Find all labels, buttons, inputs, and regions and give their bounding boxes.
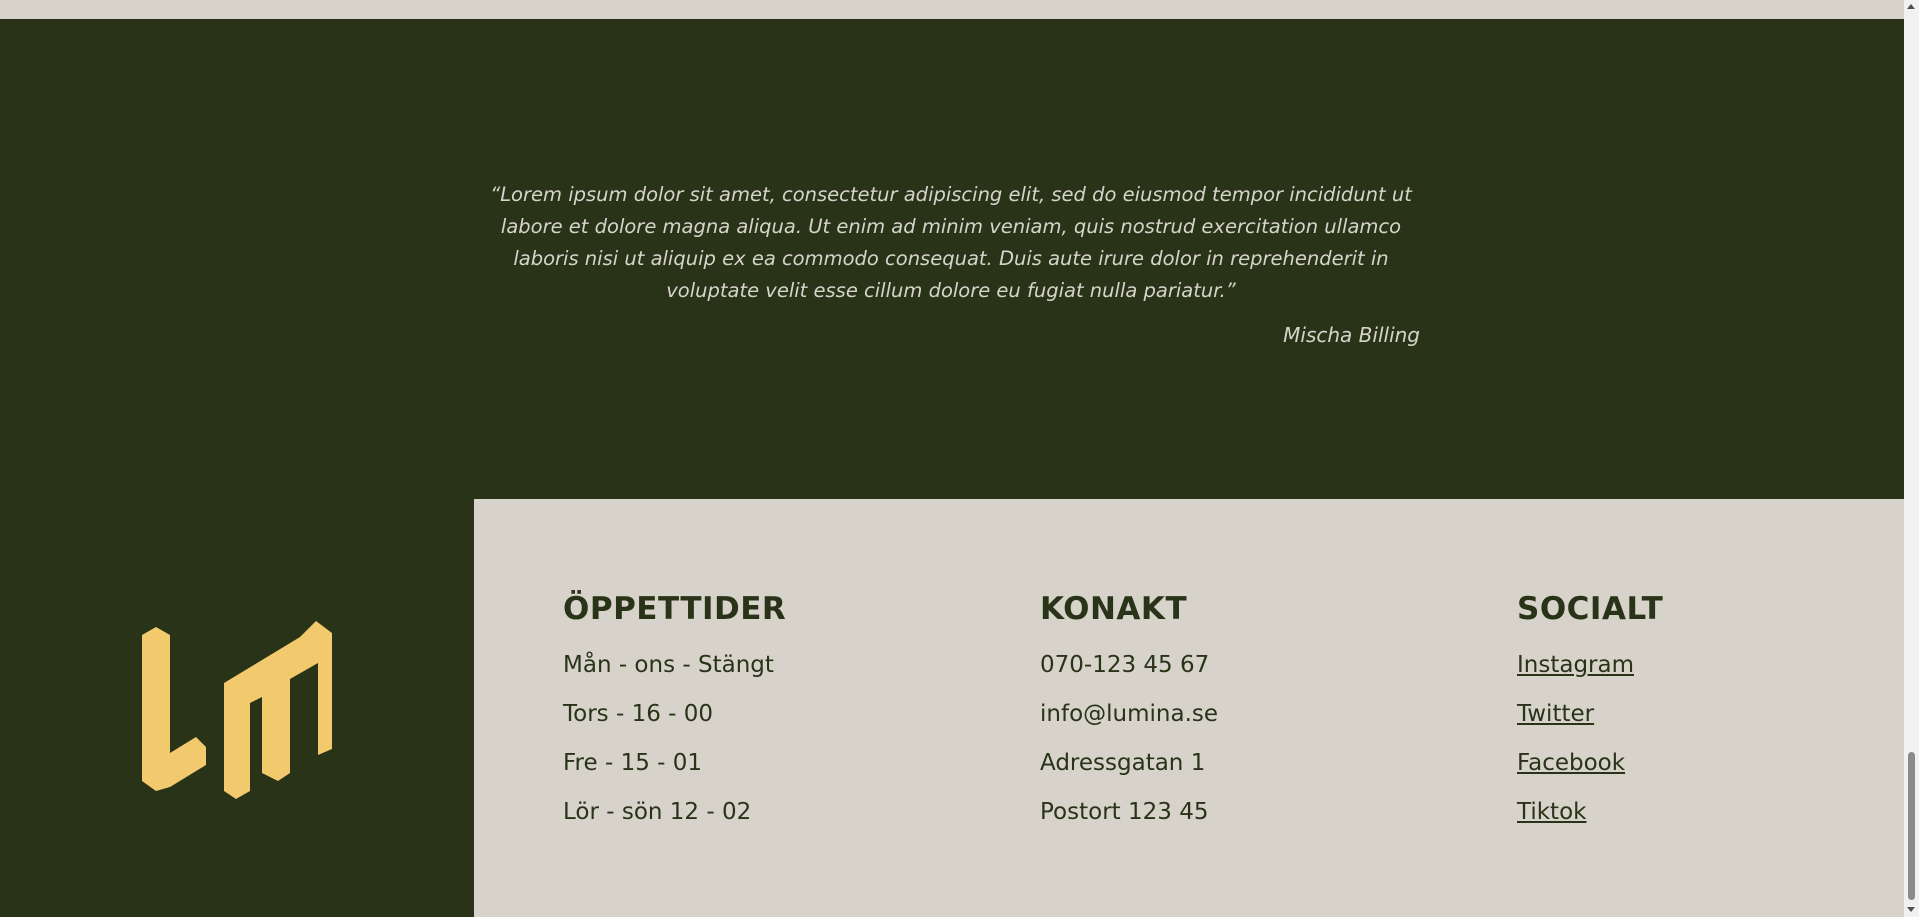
contact-column: KONAKT 070-123 45 67 info@lumina.se Adre…: [1040, 589, 1460, 837]
opening-hours-column: ÖPPETTIDER Mån - ons - Stängt Tors - 16 …: [563, 589, 983, 837]
facebook-link[interactable]: Facebook: [1517, 750, 1625, 776]
hours-item: Mån - ons - Stängt: [563, 652, 774, 678]
scroll-down-icon[interactable]: [1907, 907, 1915, 912]
scrollbar-thumb[interactable]: [1908, 752, 1915, 900]
footer-logo-panel: [0, 499, 474, 917]
contact-email: info@lumina.se: [1040, 701, 1219, 727]
tiktok-link[interactable]: Tiktok: [1517, 799, 1586, 825]
vertical-scrollbar[interactable]: [1904, 0, 1919, 917]
hours-item: Tors - 16 - 00: [563, 701, 714, 727]
contact-phone: 070-123 45 67: [1040, 652, 1210, 678]
social-title: SOCIALT: [1517, 591, 1664, 627]
opening-hours-title: ÖPPETTIDER: [563, 591, 787, 627]
scroll-up-icon[interactable]: [1907, 4, 1915, 9]
testimonial-quote: “Lorem ipsum dolor sit amet, consectetur…: [490, 183, 1412, 302]
hours-item: Fre - 15 - 01: [563, 750, 703, 776]
top-strip: [0, 0, 1904, 19]
contact-title: KONAKT: [1040, 591, 1188, 627]
lm-logo-icon: [142, 621, 332, 799]
contact-address: Adressgatan 1: [1040, 750, 1206, 776]
footer-info-panel: ÖPPETTIDER Mån - ons - Stängt Tors - 16 …: [474, 499, 1904, 917]
hours-item: Lör - sön 12 - 02: [563, 799, 752, 825]
social-column: SOCIALT Instagram Twitter Facebook Tikto…: [1517, 589, 1919, 837]
instagram-link[interactable]: Instagram: [1517, 652, 1634, 678]
contact-postal: Postort 123 45: [1040, 799, 1209, 825]
testimonial-author: Mischa Billing: [1283, 323, 1420, 347]
testimonial-section: “Lorem ipsum dolor sit amet, consectetur…: [0, 19, 1904, 499]
twitter-link[interactable]: Twitter: [1517, 701, 1594, 727]
